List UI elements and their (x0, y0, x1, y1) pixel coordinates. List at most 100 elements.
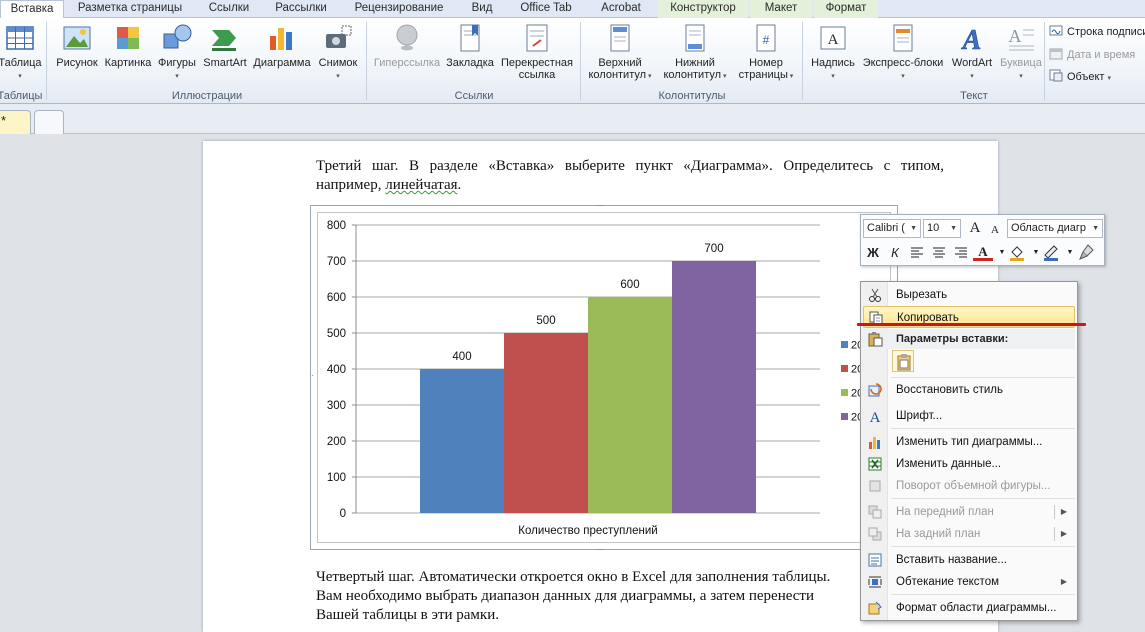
quickparts-icon (893, 24, 913, 52)
align-right-icon (955, 247, 967, 258)
signature-icon (1049, 25, 1063, 36)
group-label-links: Ссылки (454, 90, 494, 102)
clipart-button[interactable]: Картинка (102, 22, 154, 69)
new-tab-button[interactable] (34, 110, 64, 134)
font-icon: A (870, 410, 881, 424)
format-painter-button[interactable] (1077, 243, 1097, 263)
reset-style-icon (868, 383, 882, 397)
menu-item-format-chart-area[interactable]: Формат области диаграммы... (863, 597, 1075, 619)
bar-series-1 (420, 369, 504, 513)
data-label: 600 (620, 279, 639, 291)
dropcap-button[interactable]: A Буквица ▾ (998, 22, 1044, 83)
grow-font-button[interactable]: A (965, 219, 985, 239)
bookmark-icon (460, 24, 480, 52)
bold-button[interactable]: Ж (863, 243, 883, 263)
shrink-font-button[interactable]: A (985, 221, 1005, 241)
wrap-text-icon (868, 576, 882, 588)
ribbon-tab-10[interactable]: Формат (814, 0, 878, 18)
data-label: 700 (704, 243, 723, 255)
y-tick-label: 100 (327, 472, 346, 484)
ribbon-tab-9[interactable]: Макет (750, 0, 812, 18)
document-tab[interactable]: * (0, 110, 31, 134)
calendar-icon (1049, 48, 1063, 60)
resize-handle: ··· (597, 545, 605, 550)
hyperlink-button[interactable]: Гиперссылка (370, 22, 444, 69)
rotate-3d-icon (869, 480, 881, 492)
object-button[interactable]: Объект ▾ (1049, 69, 1111, 83)
menu-item-edit-data[interactable]: Изменить данные... (863, 453, 1075, 475)
ribbon-tab-4[interactable]: Рецензирование (340, 0, 458, 18)
page-number-button[interactable]: # Номер страницы ▾ (734, 22, 798, 83)
align-right-button[interactable] (951, 243, 971, 263)
mini-toolbar: Calibri (▼ 10 ▼ A A Область диагр ▼ Ж К A … (860, 214, 1105, 266)
y-tick-label: 500 (327, 328, 346, 340)
menu-item-font[interactable]: A Шрифт... (863, 405, 1075, 427)
font-color-button[interactable]: A (973, 243, 993, 261)
bookmark-button[interactable]: Закладка (444, 22, 496, 69)
wordart-button[interactable]: A WordArt ▾ (946, 22, 998, 83)
wordart-icon: A (960, 25, 981, 54)
format-area-icon (868, 601, 882, 615)
submenu-arrow-icon: ▶ (1060, 507, 1067, 516)
y-tick-label: 600 (327, 292, 346, 304)
context-menu: Вырезать Копировать Параметры вставки: В… (860, 281, 1078, 621)
group-label-headers: Колонтитулы (658, 90, 726, 102)
font-size-combo[interactable]: 10 ▼ (923, 219, 961, 238)
shapes-button[interactable]: Фигуры ▾ (154, 22, 200, 83)
align-center-button[interactable] (929, 243, 949, 263)
signature-line-button[interactable]: Строка подписи (1049, 24, 1145, 38)
menu-item-3d-rotation[interactable]: Поворот объемной фигуры... (863, 475, 1075, 497)
ribbon-tab-0[interactable]: Вставка (0, 0, 64, 19)
header-button[interactable]: Верхний колонтитул ▾ (584, 22, 656, 83)
ribbon-tab-7[interactable]: Acrobat (588, 0, 654, 18)
screenshot-button[interactable]: Снимок ▾ (314, 22, 362, 83)
table-icon (6, 26, 34, 50)
menu-item-send-to-back[interactable]: На задний план ▶ (863, 523, 1075, 545)
table-button[interactable]: Таблица ▾ (0, 22, 44, 83)
ribbon-tab-5[interactable]: Вид (460, 0, 504, 18)
paste-keep-formatting-button[interactable] (892, 350, 914, 372)
resize-handle: ··· (597, 205, 605, 210)
menu-item-change-chart-type[interactable]: Изменить тип диаграммы... (863, 431, 1075, 453)
group-separator (1044, 22, 1045, 100)
menu-item-bring-to-front[interactable]: На передний план ▶ (863, 501, 1075, 523)
outline-color-button[interactable] (1041, 243, 1061, 263)
italic-button[interactable]: К (885, 243, 905, 263)
spellcheck-word[interactable]: линейчатая (385, 177, 457, 193)
group-label-text: Текст (960, 90, 988, 102)
ribbon-tab-2[interactable]: Ссылки (196, 0, 262, 18)
chart-element-combo[interactable]: Область диагр ▼ (1007, 219, 1103, 238)
smartart-button[interactable]: SmartArt (200, 22, 250, 69)
menu-separator (891, 594, 1075, 595)
footer-button[interactable]: Нижний колонтитул ▾ (658, 22, 732, 83)
crossref-icon (526, 24, 548, 52)
ribbon-tab-6[interactable]: Office Tab (506, 0, 586, 18)
ribbon-tab-3[interactable]: Рассылки (264, 0, 338, 18)
ribbon-tab-8[interactable]: Конструктор (658, 0, 748, 18)
menu-item-reset-style[interactable]: Восстановить стиль (863, 379, 1075, 401)
group-separator (46, 22, 47, 100)
group-separator (802, 22, 803, 100)
menu-item-insert-caption[interactable]: Вставить название... (863, 549, 1075, 571)
menu-item-wrap-text[interactable]: Обтекание текстом ▶ (863, 571, 1075, 593)
ribbon-tab-1[interactable]: Разметка страницы (66, 0, 194, 18)
legend-swatch-4 (841, 413, 848, 420)
shapes-icon (163, 24, 192, 49)
y-tick-label: 0 (340, 508, 346, 520)
submenu-arrow-icon: ▶ (1060, 529, 1067, 538)
unsaved-marker: * (1, 113, 7, 128)
bar-chart[interactable]: 0 100 200 300 400 500 600 700 800 400 500 600 700 Кол… (310, 205, 898, 550)
font-name-combo[interactable]: Calibri (▼ (863, 219, 921, 238)
quickparts-button[interactable]: Экспресс-блоки ▾ (860, 22, 946, 83)
dropcap-icon: A (1009, 26, 1034, 51)
fill-color-button[interactable] (1007, 243, 1027, 263)
paint-bucket-icon (1010, 246, 1024, 261)
picture-button[interactable]: Рисунок (52, 22, 102, 69)
menu-item-cut[interactable]: Вырезать (863, 284, 1075, 306)
crossref-button[interactable]: Перекрестная ссылка (496, 22, 578, 81)
chart-button[interactable]: Диаграмма (250, 22, 314, 69)
align-left-button[interactable] (907, 243, 927, 263)
camera-icon (326, 25, 352, 48)
date-time-button[interactable]: Дата и время (1049, 47, 1135, 61)
textbox-button[interactable]: A Надпись ▾ (806, 22, 860, 83)
